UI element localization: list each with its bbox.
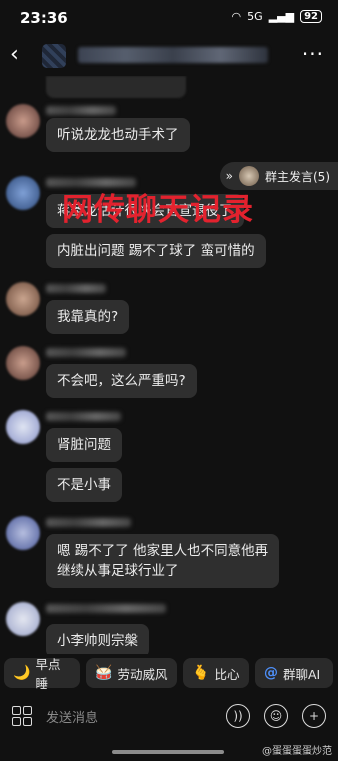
status-time: 23:36 bbox=[20, 9, 68, 27]
owner-avatar bbox=[239, 166, 259, 186]
avatar[interactable] bbox=[6, 104, 40, 138]
avatar[interactable] bbox=[6, 602, 40, 636]
quick-action-label: 群聊AI bbox=[283, 666, 321, 682]
chevron-double-down-icon: » bbox=[225, 169, 233, 183]
signal-icon: ▂▄▆ bbox=[268, 10, 295, 23]
partial-message-bubble bbox=[46, 76, 186, 98]
owner-messages-label: 群主发言(5) bbox=[265, 169, 330, 184]
message-bubble[interactable]: 不会吧，这么严重吗? bbox=[46, 364, 197, 398]
message-bubble[interactable]: 内脏出问题 踢不了球了 蛮可惜的 bbox=[46, 234, 266, 268]
message-bubble[interactable]: 肾脏问题 bbox=[46, 428, 122, 462]
quick-action-heart[interactable]: 🫰 比心 bbox=[183, 658, 249, 688]
home-indicator bbox=[112, 750, 224, 754]
message-list[interactable]: 听说龙龙也动手术了 » 群主发言(5) 蒋圣龙估计很快会官宣退役了 内脏出问题 … bbox=[0, 76, 338, 654]
input-bar: 发送消息 )) ☺ + bbox=[0, 696, 338, 736]
overlay-caption: 网传聊天记录 bbox=[62, 192, 254, 228]
message-bubble[interactable]: 听说龙龙也动手术了 bbox=[46, 118, 190, 152]
at-icon: @ bbox=[264, 665, 278, 681]
plus-icon[interactable]: + bbox=[302, 704, 326, 728]
message-input[interactable]: 发送消息 bbox=[46, 707, 98, 726]
quick-action-sleep[interactable]: 🌙 早点睡 bbox=[4, 657, 80, 691]
avatar[interactable] bbox=[6, 176, 40, 210]
avatar[interactable] bbox=[6, 410, 40, 444]
status-icons: ◠ 5G ▂▄▆ 92 bbox=[232, 10, 322, 23]
watermark: @蛋蛋蛋蛋炒范 bbox=[262, 746, 332, 757]
message-bubble[interactable]: 嗯 踢不了了 他家里人也不同意他再 继续从事足球行业了 bbox=[46, 534, 280, 588]
battery-indicator: 92 bbox=[300, 10, 322, 23]
message-bubble[interactable]: 小李帅则宗槃 bbox=[46, 624, 149, 654]
status-bar: 23:36 ◠ 5G ▂▄▆ 92 bbox=[0, 0, 338, 36]
apps-grid-icon[interactable] bbox=[12, 706, 32, 726]
moon-icon: 🌙 bbox=[13, 665, 31, 681]
group-avatar[interactable] bbox=[42, 44, 66, 68]
network-label: 5G bbox=[247, 10, 263, 23]
avatar[interactable] bbox=[6, 516, 40, 550]
sender-name-blurred bbox=[46, 106, 116, 115]
voice-icon[interactable]: )) bbox=[226, 704, 250, 728]
quick-action-label: 劳动威风 bbox=[117, 666, 168, 682]
quick-action-label: 比心 bbox=[214, 666, 240, 682]
sender-name-blurred bbox=[46, 604, 166, 613]
back-icon[interactable]: ‹ bbox=[10, 42, 19, 67]
quick-action-group-ai[interactable]: @ 群聊AI bbox=[255, 658, 333, 688]
message-bubble[interactable]: 我靠真的? bbox=[46, 300, 130, 334]
quick-actions-bar: 🌙 早点睡 🥁 劳动威风 🫰 比心 @ 群聊AI bbox=[0, 654, 338, 692]
drum-icon: 🥁 bbox=[95, 665, 113, 681]
quick-action-drum[interactable]: 🥁 劳动威风 bbox=[86, 658, 177, 688]
sender-name-blurred bbox=[46, 518, 131, 527]
avatar[interactable] bbox=[6, 282, 40, 316]
heart-hand-icon: 🫰 bbox=[192, 665, 210, 681]
sender-name-blurred bbox=[46, 348, 126, 357]
group-title-blurred[interactable] bbox=[78, 47, 268, 63]
emoji-icon[interactable]: ☺ bbox=[264, 704, 288, 728]
message-bubble[interactable]: 不是小事 bbox=[46, 468, 122, 502]
quick-action-label: 早点睡 bbox=[35, 657, 61, 691]
avatar[interactable] bbox=[6, 346, 40, 380]
sender-name-blurred bbox=[46, 284, 106, 293]
sender-name-blurred bbox=[46, 412, 121, 421]
chat-header: ‹ ··· bbox=[0, 36, 338, 76]
more-icon[interactable]: ··· bbox=[302, 42, 324, 66]
wifi-icon: ◠ bbox=[231, 10, 242, 23]
